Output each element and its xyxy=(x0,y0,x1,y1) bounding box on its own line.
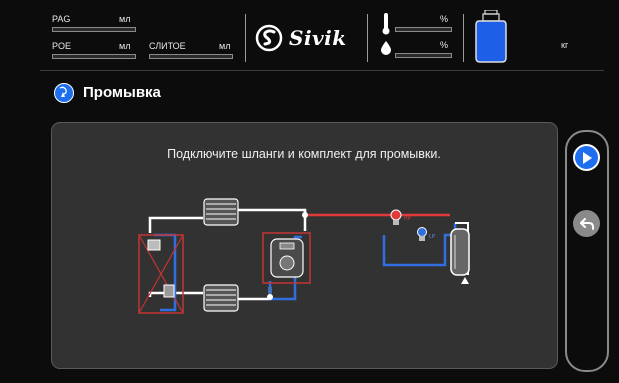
page-title: Промывка xyxy=(83,84,161,101)
humidity-gauge xyxy=(395,53,452,58)
temp-gauge xyxy=(395,27,452,32)
tank-unit: кг xyxy=(561,40,569,50)
instruction-text: Подключите шланги и комплект для промывк… xyxy=(167,147,441,161)
poe-label: POE xyxy=(52,41,72,51)
poe-gauge xyxy=(52,54,136,59)
pag-gauge xyxy=(52,27,136,32)
pag-label: PAG xyxy=(52,14,71,24)
flush-icon xyxy=(54,83,74,103)
humidity-unit: % xyxy=(440,40,449,50)
thermometer-icon xyxy=(381,13,391,35)
drain-gauge xyxy=(149,54,233,59)
lp-label: LP xyxy=(429,234,436,240)
hp-label: HP xyxy=(404,216,412,222)
back-arrow-icon xyxy=(579,217,594,230)
play-icon xyxy=(582,151,592,164)
back-button[interactable] xyxy=(573,210,600,237)
pag-unit: мл xyxy=(119,14,131,24)
drain-unit: мл xyxy=(219,41,231,51)
divider xyxy=(245,14,246,62)
brand-name: Sivik xyxy=(289,26,347,50)
poe-unit: мл xyxy=(119,41,131,51)
divider xyxy=(367,14,368,62)
refrigerant-tank-icon xyxy=(475,9,507,64)
temp-unit: % xyxy=(440,14,449,24)
drop-icon xyxy=(381,41,391,55)
brand-logo: Sivik xyxy=(254,23,362,53)
next-button[interactable] xyxy=(573,144,600,171)
status-bar: PAG мл POE мл СЛИТОЕ мл Sivik % % кг xyxy=(0,0,619,70)
flush-diagram: HP LP xyxy=(120,185,500,325)
header-divider xyxy=(40,70,604,71)
divider xyxy=(463,14,464,62)
drain-label: СЛИТОЕ xyxy=(149,41,186,51)
